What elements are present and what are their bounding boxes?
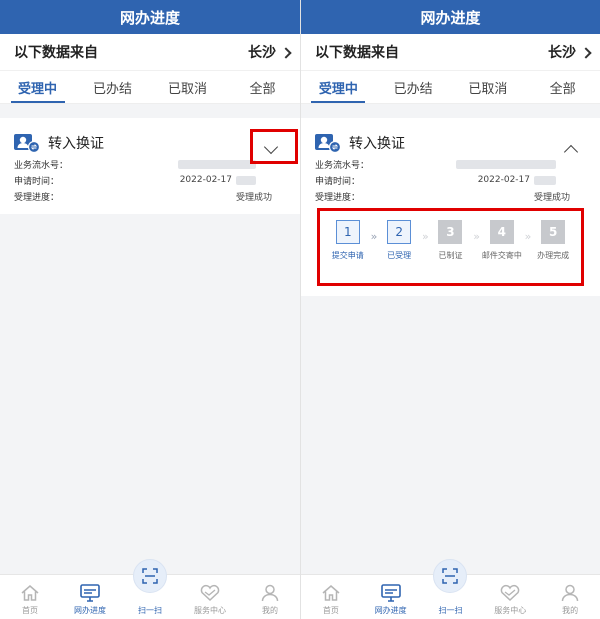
right-screen: 网办进度 以下数据来自 长沙 受理中 已办结 已取消 全部 转入换证 业务流水号… (300, 0, 600, 619)
redacted-serial (178, 159, 256, 169)
info-row-date: 申请时间： 2022-02-17 (315, 172, 586, 188)
tab-all[interactable]: 全部 (225, 71, 300, 103)
progress-value: 受理成功 (235, 192, 272, 203)
status-tabs: 受理中 已办结 已取消 全部 (0, 70, 300, 104)
info-row-serial: 业务流水号： (14, 156, 286, 172)
heart-service-icon (199, 579, 221, 603)
scan-icon (433, 559, 468, 593)
chevron-down-icon (263, 139, 279, 155)
step-label: 邮件交寄中 (481, 251, 522, 260)
nav-progress[interactable]: 网办进度 (363, 579, 419, 616)
city-selector[interactable]: 长沙 (548, 42, 592, 62)
progress-label: 受理进度： (14, 192, 60, 203)
progress-steps: 1 提交申请 » 2 已受理 » 3 已制证 » 4 邮件交寄中 » 5 办理完… (317, 208, 584, 286)
date-value: 2022-02-17 (179, 175, 232, 185)
date-value: 2022-02-17 (477, 175, 530, 185)
person-transfer-icon (315, 132, 341, 154)
home-icon (20, 579, 40, 603)
collapse-toggle[interactable] (560, 142, 582, 160)
date-label: 申请时间： (14, 176, 60, 187)
redacted-serial (456, 159, 556, 169)
monitor-icon (79, 579, 101, 603)
step-1: 1 提交申请 (325, 220, 371, 261)
redacted-time (534, 175, 556, 185)
redacted-time (236, 175, 256, 185)
progress-label: 受理进度： (315, 192, 361, 203)
data-source-label: 以下数据来自 (315, 45, 399, 61)
tab-processing[interactable]: 受理中 (301, 71, 376, 103)
expand-toggle[interactable] (260, 139, 282, 156)
heart-service-icon (499, 579, 521, 603)
step-number: 1 (335, 220, 360, 244)
chevron-right-icon (580, 46, 592, 59)
bottom-nav: 首页 网办进度 扫一扫 服务中心 我的 (301, 559, 600, 619)
step-number: 4 (489, 220, 514, 244)
tab-cancelled[interactable]: 已取消 (451, 71, 526, 103)
step-label: 提交申请 (331, 251, 364, 260)
step-label: 办理完成 (537, 251, 570, 260)
info-row-serial: 业务流水号： (315, 156, 586, 172)
nav-service-center[interactable]: 服务中心 (182, 579, 238, 616)
home-icon (321, 579, 341, 603)
tab-completed[interactable]: 已办结 (75, 71, 150, 103)
nav-service-center[interactable]: 服务中心 (482, 579, 538, 616)
scan-icon (133, 559, 167, 593)
nav-scan[interactable]: 扫一扫 (122, 559, 178, 616)
city-name: 长沙 (248, 45, 276, 61)
user-icon (260, 579, 280, 603)
left-screen: 网办进度 以下数据来自 长沙 受理中 已办结 已取消 全部 转入换证 业务流水号… (0, 0, 300, 619)
nav-mine[interactable]: 我的 (542, 579, 598, 616)
info-row-date: 申请时间： 2022-02-17 (14, 172, 286, 188)
step-5: 5 办理完成 (530, 220, 576, 261)
nav-home[interactable]: 首页 (2, 579, 58, 616)
data-source-label: 以下数据来自 (14, 45, 98, 61)
tab-processing[interactable]: 受理中 (0, 71, 75, 103)
card-title: 转入换证 (349, 136, 405, 152)
nav-progress[interactable]: 网办进度 (62, 579, 118, 616)
screenshot-stage: 网办进度 以下数据来自 长沙 受理中 已办结 已取消 全部 转入换证 业务流水号… (0, 0, 600, 619)
nav-mine[interactable]: 我的 (242, 579, 298, 616)
step-4: 4 邮件交寄中 (479, 220, 525, 261)
status-tabs: 受理中 已办结 已取消 全部 (301, 70, 600, 104)
step-number: 5 (541, 220, 566, 244)
step-2: 2 已受理 (376, 220, 422, 261)
bottom-nav: 首页 网办进度 扫一扫 服务中心 我的 (0, 559, 300, 619)
date-label: 申请时间： (315, 176, 361, 187)
info-row-progress: 受理进度： 受理成功 (315, 188, 586, 204)
step-label: 已受理 (387, 251, 412, 260)
tab-cancelled[interactable]: 已取消 (150, 71, 225, 103)
tab-all[interactable]: 全部 (525, 71, 600, 103)
card-title: 转入换证 (48, 136, 104, 152)
tab-completed[interactable]: 已办结 (376, 71, 451, 103)
info-row-progress: 受理进度： 受理成功 (14, 188, 286, 204)
monitor-icon (380, 579, 402, 603)
data-source-bar[interactable]: 以下数据来自 长沙 (301, 34, 600, 70)
city-name: 长沙 (548, 45, 576, 61)
progress-value: 受理成功 (533, 192, 570, 203)
serial-label: 业务流水号： (14, 160, 69, 171)
page-title: 网办进度 (0, 0, 300, 34)
city-selector[interactable]: 长沙 (248, 42, 292, 62)
serial-label: 业务流水号： (315, 160, 370, 171)
step-label: 已制证 (438, 251, 463, 260)
application-card[interactable]: 转入换证 业务流水号： 申请时间： 2022-02-17 受理进度： (0, 118, 300, 214)
step-number: 2 (387, 220, 412, 244)
data-source-bar[interactable]: 以下数据来自 长沙 (0, 34, 300, 70)
person-transfer-icon (14, 132, 40, 154)
nav-scan[interactable]: 扫一扫 (422, 559, 478, 616)
chevron-right-icon (280, 46, 292, 59)
user-icon (560, 579, 580, 603)
application-card[interactable]: 转入换证 业务流水号： 申请时间： 2022-02-17 受理进度： (301, 118, 600, 296)
page-title: 网办进度 (301, 0, 600, 34)
nav-home[interactable]: 首页 (303, 579, 359, 616)
step-number: 3 (438, 220, 463, 244)
step-3: 3 已制证 (428, 220, 474, 261)
